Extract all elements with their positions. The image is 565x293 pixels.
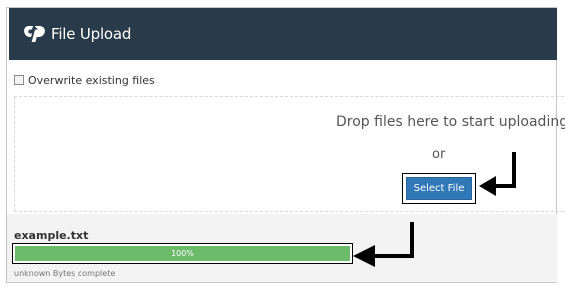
or-separator: or [432,147,446,162]
cpanel-logo-icon [24,26,45,42]
arrow-left-icon [353,222,414,267]
progress-highlight: 100% [12,243,353,264]
select-file-highlight: Select File [402,173,476,204]
drop-instruction: Drop files here to start uploading [336,114,565,130]
overwrite-option[interactable]: Overwrite existing files [14,72,155,88]
overwrite-label: Overwrite existing files [28,73,155,87]
progress-bar: 100% [15,246,350,261]
file-name: example.txt [14,229,89,242]
page-title: File Upload [51,25,132,43]
select-file-button[interactable]: Select File [406,177,472,200]
overwrite-checkbox[interactable] [14,75,24,85]
bytes-status: unknown Bytes complete [14,269,116,278]
arrow-left-icon [479,152,516,196]
progress-label: 100% [171,249,194,258]
header-bar: File Upload [9,8,557,60]
upload-item: example.txt 100% unknown Bytes complete [7,214,557,282]
